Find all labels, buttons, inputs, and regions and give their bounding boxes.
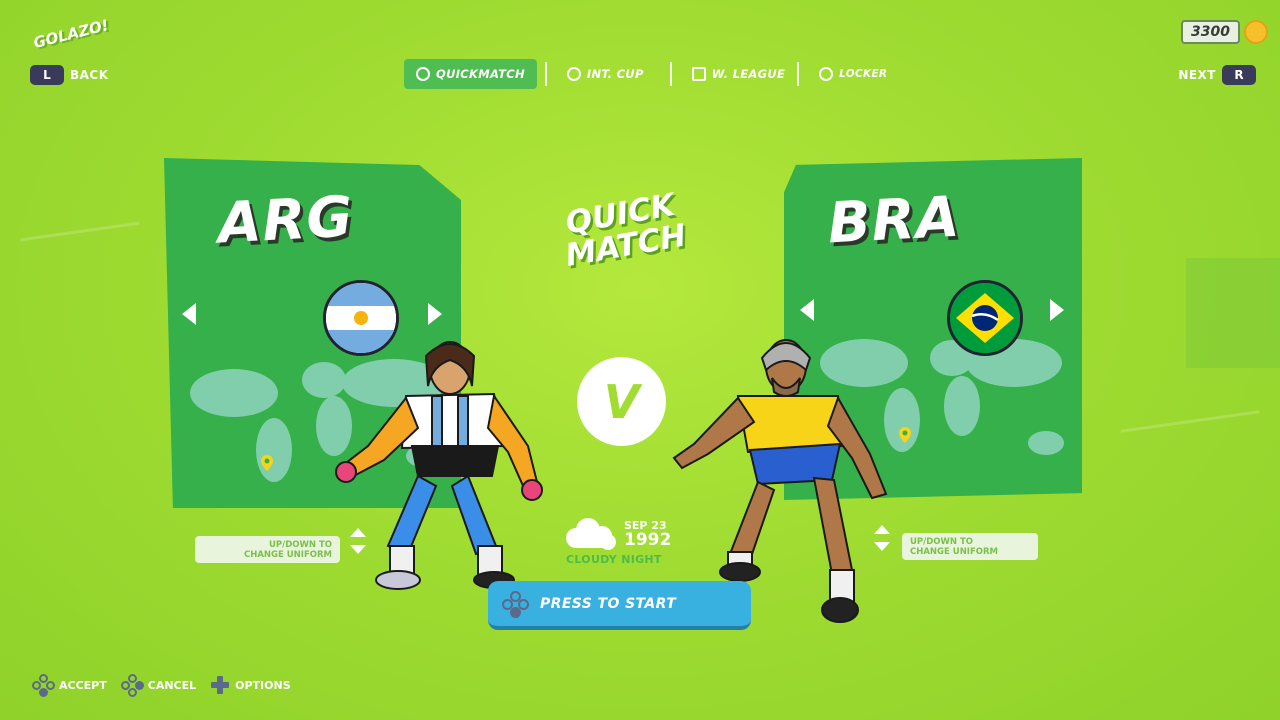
dpad-icon — [211, 676, 230, 694]
down-arrow-icon — [874, 542, 890, 551]
options-hint[interactable]: OPTIONS — [210, 675, 291, 695]
tab-w-league[interactable]: W. LEAGUE — [680, 59, 797, 89]
bg-streak — [1120, 410, 1260, 433]
next-button[interactable]: NEXT R — [1178, 65, 1256, 85]
prev-team-arrow-icon[interactable] — [800, 299, 814, 321]
l-key-icon: L — [30, 65, 64, 85]
ball-icon — [416, 67, 430, 81]
cloud-icon — [566, 518, 616, 550]
hint-line-1: UP/DOWN TO — [269, 539, 332, 550]
hint-line-2: CHANGE UNIFORM — [243, 549, 332, 560]
uniform-updown-arrows[interactable] — [350, 528, 366, 554]
next-label: NEXT — [1178, 68, 1216, 82]
globe-icon — [566, 67, 581, 81]
button-icon — [32, 674, 55, 697]
hint-line-1: UP/DOWN TO — [910, 536, 973, 547]
coin-icon — [1244, 20, 1268, 44]
location-pin-icon — [899, 427, 911, 443]
prev-team-arrow-icon[interactable] — [182, 303, 196, 325]
home-team-code: ARG — [216, 184, 356, 257]
cancel-label: CANCEL — [147, 678, 197, 692]
tab-divider — [669, 62, 672, 86]
up-arrow-icon — [350, 528, 366, 537]
game-logo: GOLAZO! — [31, 15, 111, 53]
options-label: OPTIONS — [235, 678, 291, 692]
bg-shape — [1186, 258, 1280, 368]
back-button[interactable]: L BACK — [30, 65, 109, 85]
next-team-arrow-icon[interactable] — [1050, 299, 1064, 321]
tab-label: LOCKER — [839, 68, 888, 80]
accept-label: ACCEPT — [59, 678, 107, 692]
tab-locker[interactable]: LOCKER — [807, 59, 899, 89]
button-icon — [120, 674, 144, 697]
up-arrow-icon — [874, 525, 890, 534]
match-year: 1992 — [624, 530, 672, 550]
tab-int-cup[interactable]: INT. CUP — [555, 59, 656, 89]
uniform-hint-home: UP/DOWN TO CHANGE UNIFORM — [195, 536, 340, 563]
league-icon — [691, 67, 706, 81]
hint-line-2: CHANGE UNIFORM — [910, 546, 999, 557]
bg-streak — [20, 221, 140, 242]
tab-label: W. LEAGUE — [711, 67, 786, 81]
quickmatch-title: QUICK MATCH — [544, 185, 703, 274]
weather-condition: CLOUDY NIGHT — [566, 553, 662, 566]
versus-badge: V — [577, 357, 666, 446]
tab-label: INT. CUP — [586, 67, 644, 81]
controls-footer: ACCEPT CANCEL OPTIONS — [32, 674, 291, 697]
press-to-start-button[interactable]: PRESS TO START — [488, 581, 751, 630]
tab-divider — [544, 62, 547, 86]
accept-hint[interactable]: ACCEPT — [32, 674, 107, 697]
locker-icon — [819, 67, 834, 81]
start-label: PRESS TO START — [540, 595, 677, 612]
cancel-hint[interactable]: CANCEL — [120, 674, 197, 697]
down-arrow-icon — [350, 545, 366, 554]
next-team-arrow-icon[interactable] — [428, 303, 442, 325]
back-label: BACK — [70, 68, 109, 82]
away-team-code: BRA — [826, 184, 962, 257]
tab-label: QUICKMATCH — [436, 67, 525, 81]
home-player-figure — [335, 341, 543, 590]
brazil-flag-icon — [947, 280, 1023, 356]
face-buttons-icon — [502, 590, 529, 618]
uniform-hint-away: UP/DOWN TO CHANGE UNIFORM — [902, 533, 1038, 560]
tab-quickmatch[interactable]: QUICKMATCH — [404, 59, 537, 89]
uniform-updown-arrows[interactable] — [874, 525, 890, 551]
r-key-icon: R — [1222, 65, 1256, 85]
location-pin-icon — [261, 455, 273, 471]
coin-counter: 3300 — [1181, 20, 1268, 44]
coin-amount: 3300 — [1181, 20, 1240, 44]
tab-divider — [797, 62, 800, 86]
mode-tabs: QUICKMATCH INT. CUP W. LEAGUE LOCKER — [404, 58, 899, 90]
